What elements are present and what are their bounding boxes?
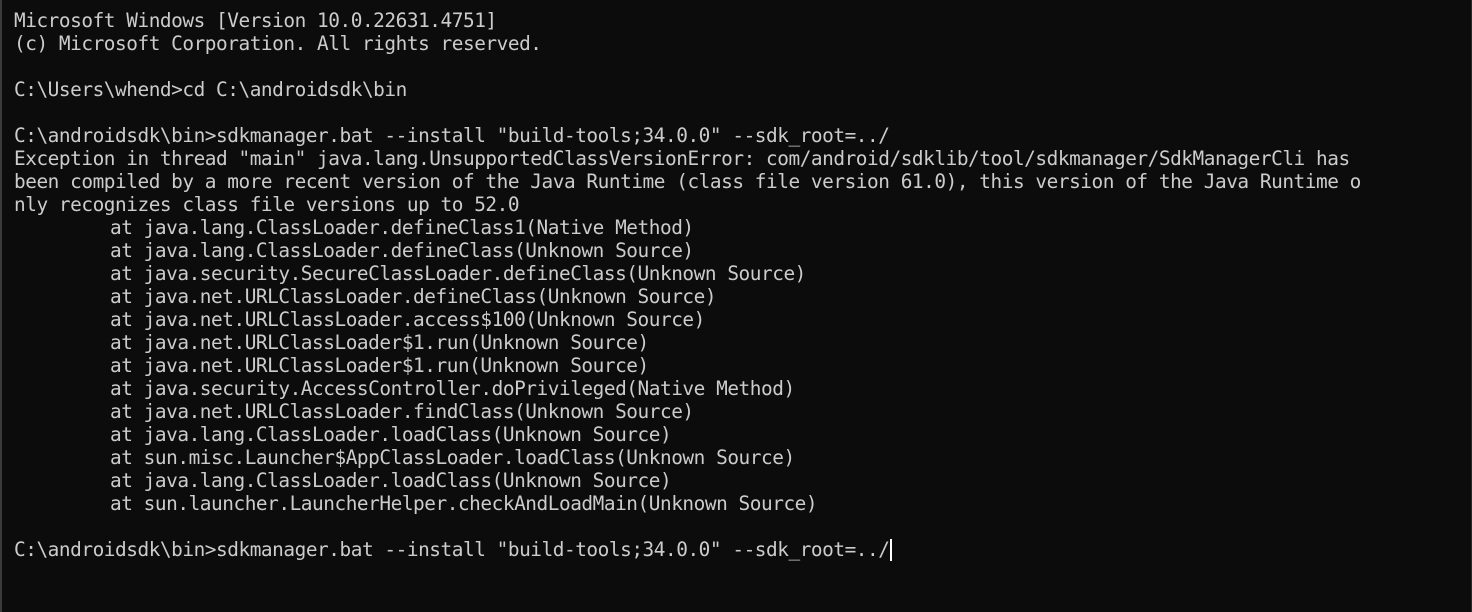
stack-trace-line: at java.lang.ClassLoader.loadClass(Unkno… xyxy=(110,469,672,492)
copyright-line: (c) Microsoft Corporation. All rights re… xyxy=(14,32,542,55)
stack-trace-line: at java.net.URLClassLoader.access$100(Un… xyxy=(110,308,705,331)
stack-trace-line: at java.lang.ClassLoader.defineClass1(Na… xyxy=(110,216,694,239)
stack-trace-line: at java.security.AccessController.doPriv… xyxy=(110,377,795,400)
stack-trace-line: at java.security.SecureClassLoader.defin… xyxy=(110,262,806,285)
current-input-text[interactable]: C:\androidsdk\bin>sdkmanager.bat --insta… xyxy=(14,538,890,561)
stack-trace-line: at java.net.URLClassLoader$1.run(Unknown… xyxy=(110,331,649,354)
cd-command-line: C:\Users\whend>cd C:\androidsdk\bin xyxy=(14,78,407,101)
sdkmanager-command-line: C:\androidsdk\bin>sdkmanager.bat --insta… xyxy=(14,124,890,147)
stack-trace-line: at java.lang.ClassLoader.loadClass(Unkno… xyxy=(110,423,672,446)
current-input-line[interactable]: C:\androidsdk\bin>sdkmanager.bat --insta… xyxy=(14,538,1471,561)
text-cursor xyxy=(890,539,893,561)
stack-trace-line: at java.net.URLClassLoader.findClass(Unk… xyxy=(110,400,694,423)
terminal-window[interactable]: Microsoft Windows [Version 10.0.22631.47… xyxy=(0,0,1472,612)
stack-trace-line: at sun.launcher.LauncherHelper.checkAndL… xyxy=(110,492,818,515)
error-line: Exception in thread "main" java.lang.Uns… xyxy=(14,147,1350,170)
error-line: nly recognizes class file versions up to… xyxy=(14,193,520,216)
stack-trace-line: at java.net.URLClassLoader$1.run(Unknown… xyxy=(110,354,649,377)
windows-version-line: Microsoft Windows [Version 10.0.22631.47… xyxy=(14,9,497,32)
error-line: been compiled by a more recent version o… xyxy=(14,170,1361,193)
stack-trace-line: at sun.misc.Launcher$AppClassLoader.load… xyxy=(110,446,795,469)
stack-trace-line: at java.net.URLClassLoader.defineClass(U… xyxy=(110,285,717,308)
stack-trace-line: at java.lang.ClassLoader.defineClass(Unk… xyxy=(110,239,694,262)
